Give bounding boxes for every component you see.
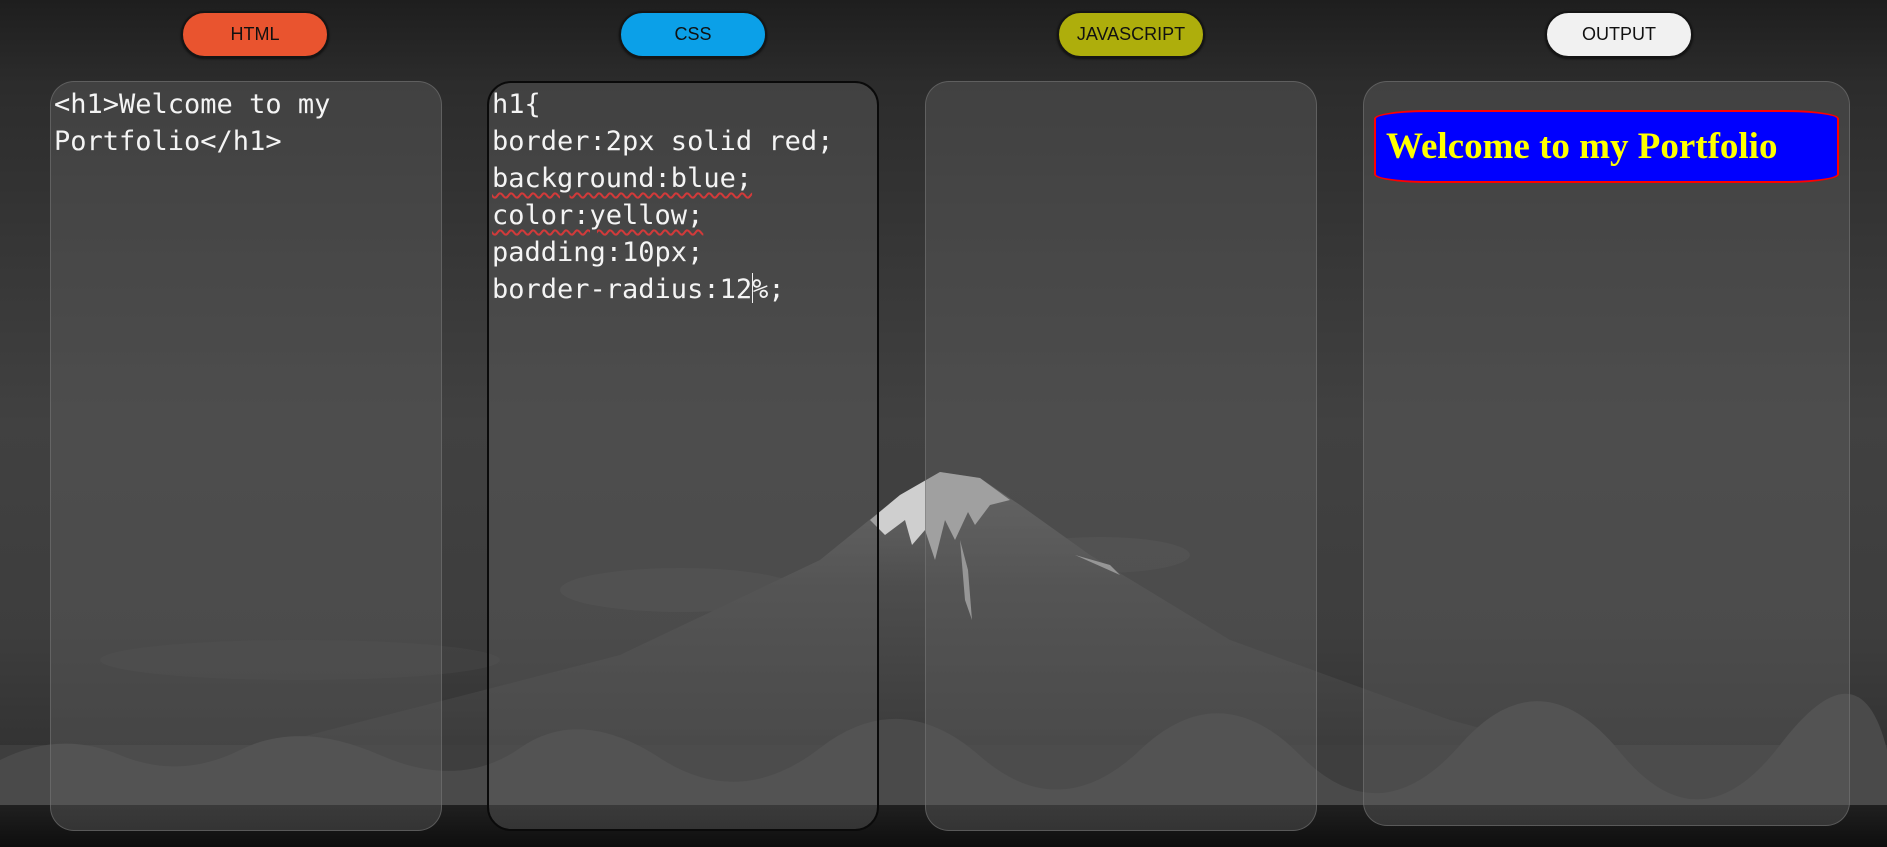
tab-output-label: OUTPUT [1582,24,1656,44]
css-line-selector: h1{ [492,89,541,120]
output-panel: Welcome to my Portfolio [1363,81,1850,826]
tab-html-label: HTML [230,24,280,44]
tab-output-button[interactable]: OUTPUT [1545,11,1693,58]
css-line-color: color:yellow; [492,197,874,234]
javascript-editor-panel[interactable] [925,81,1317,831]
html-editor-textarea[interactable]: <h1>Welcome to my Portfolio</h1> [51,82,441,164]
css-line-padding: padding:10px; [492,237,704,268]
css-line-border: border:2px solid red; [492,126,834,157]
css-editor-panel[interactable]: h1{ border:2px solid red; background:blue;… [487,81,879,831]
css-line-color-text: color:yellow; [492,200,704,231]
css-line-border-radius: border-radius:12%; [492,271,874,308]
css-editor-textarea[interactable]: h1{ border:2px solid red; background:blue;… [489,83,877,311]
tab-css-label: CSS [674,24,712,44]
css-border-radius-after-caret: %; [752,274,785,305]
tab-javascript-label: JAVASCRIPT [1076,24,1186,44]
tab-css-button[interactable]: CSS [619,11,767,58]
html-editor-panel[interactable]: <h1>Welcome to my Portfolio</h1> [50,81,442,831]
javascript-editor-textarea[interactable] [926,82,1316,90]
css-border-radius-before-caret: border-radius:12 [492,274,753,305]
css-line-background-text: background:blue; [492,163,753,194]
tab-javascript-button[interactable]: JAVASCRIPT [1057,11,1205,58]
output-heading: Welcome to my Portfolio [1374,110,1839,183]
css-line-background: background:blue; [492,160,874,197]
tab-html-button[interactable]: HTML [181,11,329,58]
